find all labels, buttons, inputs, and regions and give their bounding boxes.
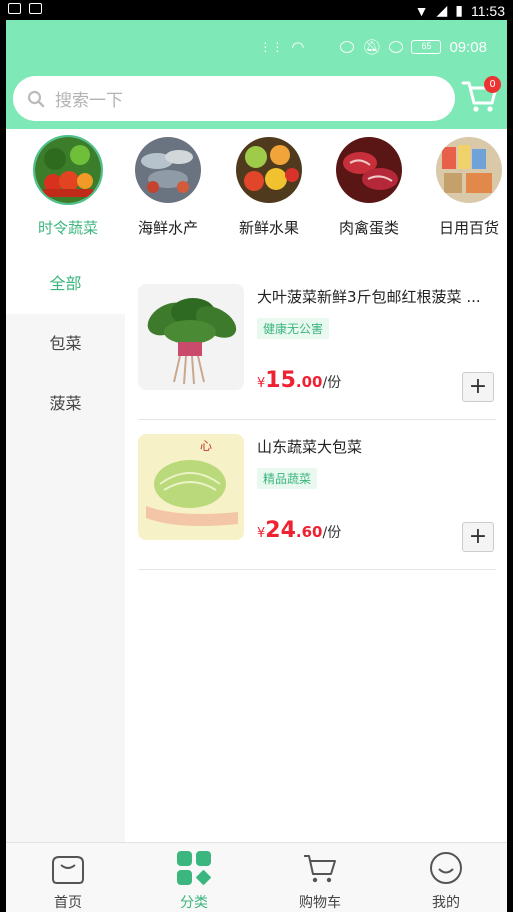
daily-goods-image [434,135,504,205]
product-tag: 精品蔬菜 [257,468,318,489]
wifi-icon: ◠ [291,39,305,56]
category-icon [177,851,211,885]
price-integer: 15 [265,368,296,393]
search-bar[interactable]: 搜索一下 [13,76,455,121]
sidebar-item-all[interactable]: 全部 [6,254,125,314]
product-tag: 健康无公害 [257,318,330,339]
category-label: 肉禽蛋类 [338,219,399,237]
category-label: 日用百货 [438,219,499,237]
home-icon [52,856,84,884]
meat-image [334,135,404,205]
sidebar-item-cabbage[interactable]: 包菜 [6,314,125,374]
price-unit: /份 [322,525,342,541]
tab-label: 购物车 [299,895,341,911]
cabbage-image: 心 [138,434,244,540]
tab-profile[interactable]: 我的 [396,851,496,912]
subcategory-sidebar: 全部 包菜 菠菜 [6,254,125,842]
spinach-image [138,284,244,390]
app-window: ⋮⋮ ◠ 🔕︎ 65 09:08 搜索一下 0 时令蔬菜 海鲜水产 新鲜水果 肉… [6,20,507,912]
tab-label: 我的 [432,895,460,911]
in-app-status-bar: ⋮⋮ ◠ 🔕︎ 65 09:08 [259,38,487,57]
product-price: ¥24.60/份 [257,518,341,543]
wifi-off-icon: ⋮⋮ [259,40,284,54]
product-name: 山东蔬菜大包菜 [257,438,363,456]
product-price: ¥15.00/份 [257,368,341,393]
svg-text:心: 心 [200,439,212,453]
bottom-tab-bar: 首页 分类 购物车 我的 [6,842,507,912]
fruit-image [234,135,304,205]
price-integer: 24 [265,518,296,543]
system-time: 11:53 [471,2,505,19]
add-to-cart-button[interactable]: + [462,372,494,402]
price-unit: /份 [322,375,342,391]
sidebar-item-spinach[interactable]: 菠菜 [6,374,125,434]
price-decimal: .00 [295,373,323,391]
mail-icon [8,3,21,14]
cart-button[interactable]: 0 [461,76,501,116]
app-notification-icon [29,3,42,14]
product-list: 大叶菠菜新鲜3斤包邮红根菠菜 ... 健康无公害 ¥15.00/份 + 心 山东… [138,270,496,570]
product-card[interactable]: 心 山东蔬菜大包菜 精品蔬菜 ¥24.60/份 + [138,420,496,570]
mute-icon: 🔕︎ [362,39,382,56]
system-status-bar: ▼ ◢ ▮ 11:53 [0,0,513,20]
smiley-icon [430,852,462,884]
battery-icon: ▮ [455,2,463,18]
speed-icon [389,41,404,53]
category-item-fresh-fruit[interactable]: 新鲜水果 [224,135,314,238]
header: ⋮⋮ ◠ 🔕︎ 65 09:08 搜索一下 0 [6,20,507,129]
category-item-seasonal-vegetables[interactable]: 时令蔬菜 [23,135,113,238]
price-decimal: .60 [295,523,323,541]
add-to-cart-button[interactable]: + [462,522,494,552]
seafood-image [133,135,203,205]
category-strip: 时令蔬菜 海鲜水产 新鲜水果 肉禽蛋类 日用百货 [6,129,507,254]
category-label: 新鲜水果 [238,219,299,237]
signal-icon: ◢ [436,2,448,18]
category-label: 海鲜水产 [137,219,198,237]
tab-label: 分类 [180,895,208,911]
wifi-icon: ▼ [414,2,429,19]
product-name: 大叶菠菜新鲜3斤包邮红根菠菜 ... [257,288,481,306]
category-label: 时令蔬菜 [37,219,98,237]
vegetables-image [33,135,103,205]
tab-cart[interactable]: 购物车 [270,851,370,912]
cart-icon [304,855,336,883]
category-item-seafood[interactable]: 海鲜水产 [123,135,213,238]
category-item-meat-eggs[interactable]: 肉禽蛋类 [324,135,414,238]
battery-icon: 65 [411,40,442,54]
tab-category[interactable]: 分类 [144,851,244,912]
search-icon [27,90,45,107]
category-item-daily-goods[interactable]: 日用百货 [424,135,507,238]
tab-label: 首页 [54,895,82,911]
tab-home[interactable]: 首页 [18,851,118,912]
status-time: 09:08 [449,38,487,56]
eye-icon [340,41,355,53]
product-card[interactable]: 大叶菠菜新鲜3斤包邮红根菠菜 ... 健康无公害 ¥15.00/份 + [138,270,496,420]
cart-badge: 0 [484,76,501,93]
search-placeholder: 搜索一下 [55,91,123,111]
